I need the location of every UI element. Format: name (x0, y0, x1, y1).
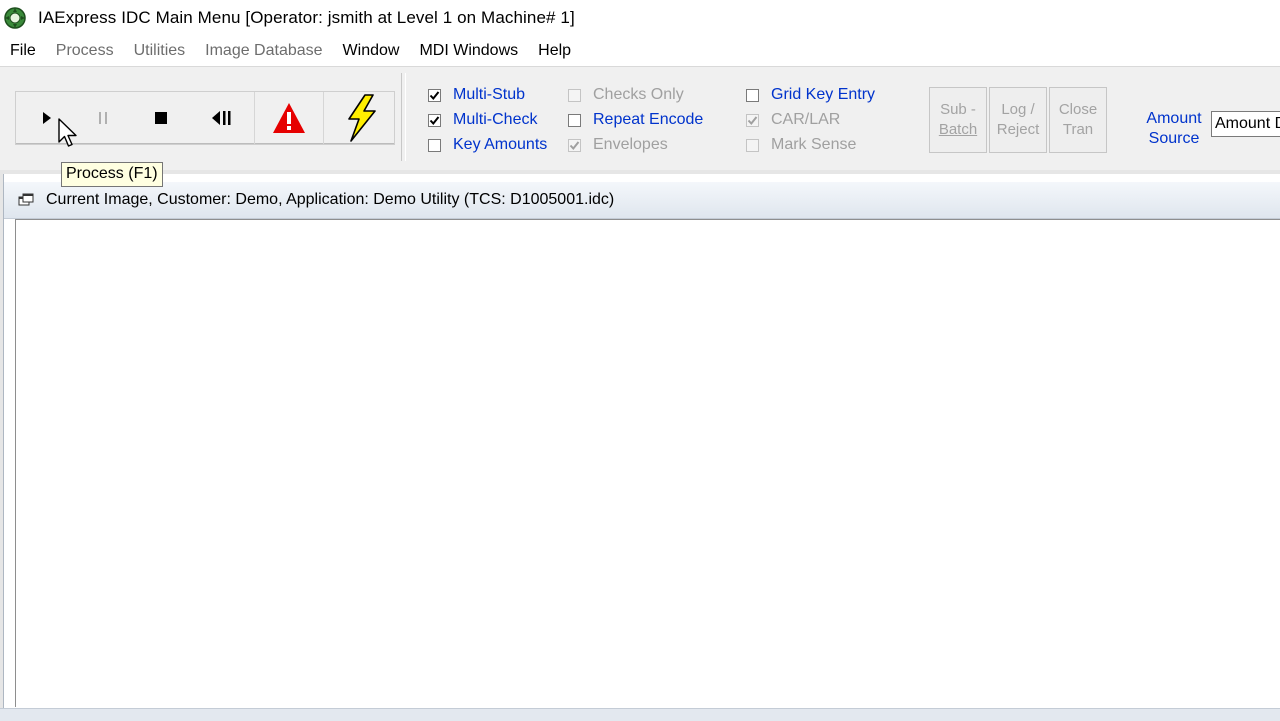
amount-source-label: Amount Source (1140, 109, 1208, 149)
menu-window[interactable]: Window (333, 42, 410, 60)
checkmark-icon (747, 115, 758, 125)
stop-icon (155, 112, 167, 124)
log-reject-label-line2: Reject (996, 121, 1040, 138)
checkbox-label: CAR/LAR (771, 111, 841, 128)
checkmark-icon (429, 90, 440, 100)
envelopes-checkbox[interactable]: Envelopes (568, 135, 668, 155)
checkbox-box[interactable] (428, 88, 441, 102)
image-display-area[interactable] (15, 219, 1280, 707)
lightning-icon (348, 94, 376, 142)
menu-image-database[interactable]: Image Database (195, 42, 332, 60)
mouse-cursor-icon (58, 118, 77, 147)
checkbox-box[interactable] (428, 138, 441, 152)
key-amounts-checkbox[interactable]: Key Amounts (428, 135, 547, 155)
child-window-title: Current Image, Customer: Demo, Applicati… (46, 191, 615, 208)
amount-source-label-line1: Amount (1146, 110, 1202, 127)
rewind-icon (212, 111, 231, 125)
window-title: IAExpress IDC Main Menu [Operator: jsmit… (38, 8, 575, 27)
sub-batch-button[interactable]: Sub - Batch (929, 87, 987, 153)
checkmark-icon (569, 140, 580, 150)
menu-process[interactable]: Process (46, 42, 124, 60)
pause-icon (99, 112, 107, 124)
stop-button[interactable] (132, 92, 190, 144)
checkbox-label: Mark Sense (771, 136, 857, 153)
car-lar-checkbox[interactable]: CAR/LAR (746, 110, 840, 130)
process-tooltip: Process (F1) (61, 162, 163, 187)
mark-sense-checkbox[interactable]: Mark Sense (746, 135, 856, 155)
menu-file[interactable]: File (0, 42, 46, 60)
amount-source-select[interactable]: Amount D (1211, 111, 1280, 137)
repeat-encode-checkbox[interactable]: Repeat Encode (568, 110, 703, 130)
pause-button[interactable] (74, 92, 132, 144)
checkbox-label: Grid Key Entry (771, 86, 876, 103)
checkbox-box[interactable] (568, 88, 581, 102)
sub-batch-label-line1: Sub - (940, 101, 976, 118)
lightning-button[interactable] (324, 92, 394, 144)
warning-button[interactable] (255, 92, 324, 144)
checkbox-label: Envelopes (593, 136, 668, 153)
toolbar-divider (401, 73, 406, 161)
sub-batch-label-line2: Batch (938, 121, 978, 138)
close-tran-label-line1: Close (1058, 101, 1098, 118)
bottom-border (0, 708, 1280, 721)
close-tran-label-line2: Tran (1062, 121, 1094, 138)
checkbox-box[interactable] (746, 138, 759, 152)
checkbox-label: Multi-Stub (453, 86, 526, 103)
app-logo-icon[interactable] (3, 6, 27, 30)
checkbox-label: Checks Only (593, 86, 684, 103)
multi-check-checkbox[interactable]: Multi-Check (428, 110, 537, 130)
checkbox-label: Multi-Check (453, 111, 538, 128)
window-restore-icon[interactable] (18, 193, 34, 207)
rewind-button[interactable] (190, 92, 255, 144)
checkbox-box[interactable] (746, 113, 759, 127)
checks-only-checkbox[interactable]: Checks Only (568, 85, 684, 105)
checkbox-box[interactable] (746, 88, 759, 102)
checkbox-box[interactable] (568, 113, 581, 127)
menu-utilities[interactable]: Utilities (124, 42, 196, 60)
menu-help[interactable]: Help (528, 42, 581, 60)
log-reject-label-line1: Log / (1001, 101, 1035, 118)
checkbox-label: Repeat Encode (593, 111, 704, 128)
close-tran-button[interactable]: Close Tran (1049, 87, 1107, 153)
menu-bar: File Process Utilities Image Database Wi… (0, 36, 1280, 66)
checkbox-label: Key Amounts (453, 136, 548, 153)
child-window-titlebar[interactable]: Current Image, Customer: Demo, Applicati… (4, 182, 1280, 219)
checkmark-icon (429, 115, 440, 125)
toolbar: Multi-Stub Multi-Check Key Amounts Check… (0, 66, 1280, 165)
warning-icon (273, 103, 305, 133)
menu-mdi-windows[interactable]: MDI Windows (409, 42, 528, 60)
title-bar: IAExpress IDC Main Menu [Operator: jsmit… (0, 0, 1280, 36)
grid-key-entry-checkbox[interactable]: Grid Key Entry (746, 85, 875, 105)
checkbox-box[interactable] (428, 113, 441, 127)
play-icon (43, 112, 51, 124)
checkbox-box[interactable] (568, 138, 581, 152)
amount-source-label-line2: Source (1148, 130, 1200, 147)
multi-stub-checkbox[interactable]: Multi-Stub (428, 85, 525, 105)
log-reject-button[interactable]: Log / Reject (989, 87, 1047, 153)
